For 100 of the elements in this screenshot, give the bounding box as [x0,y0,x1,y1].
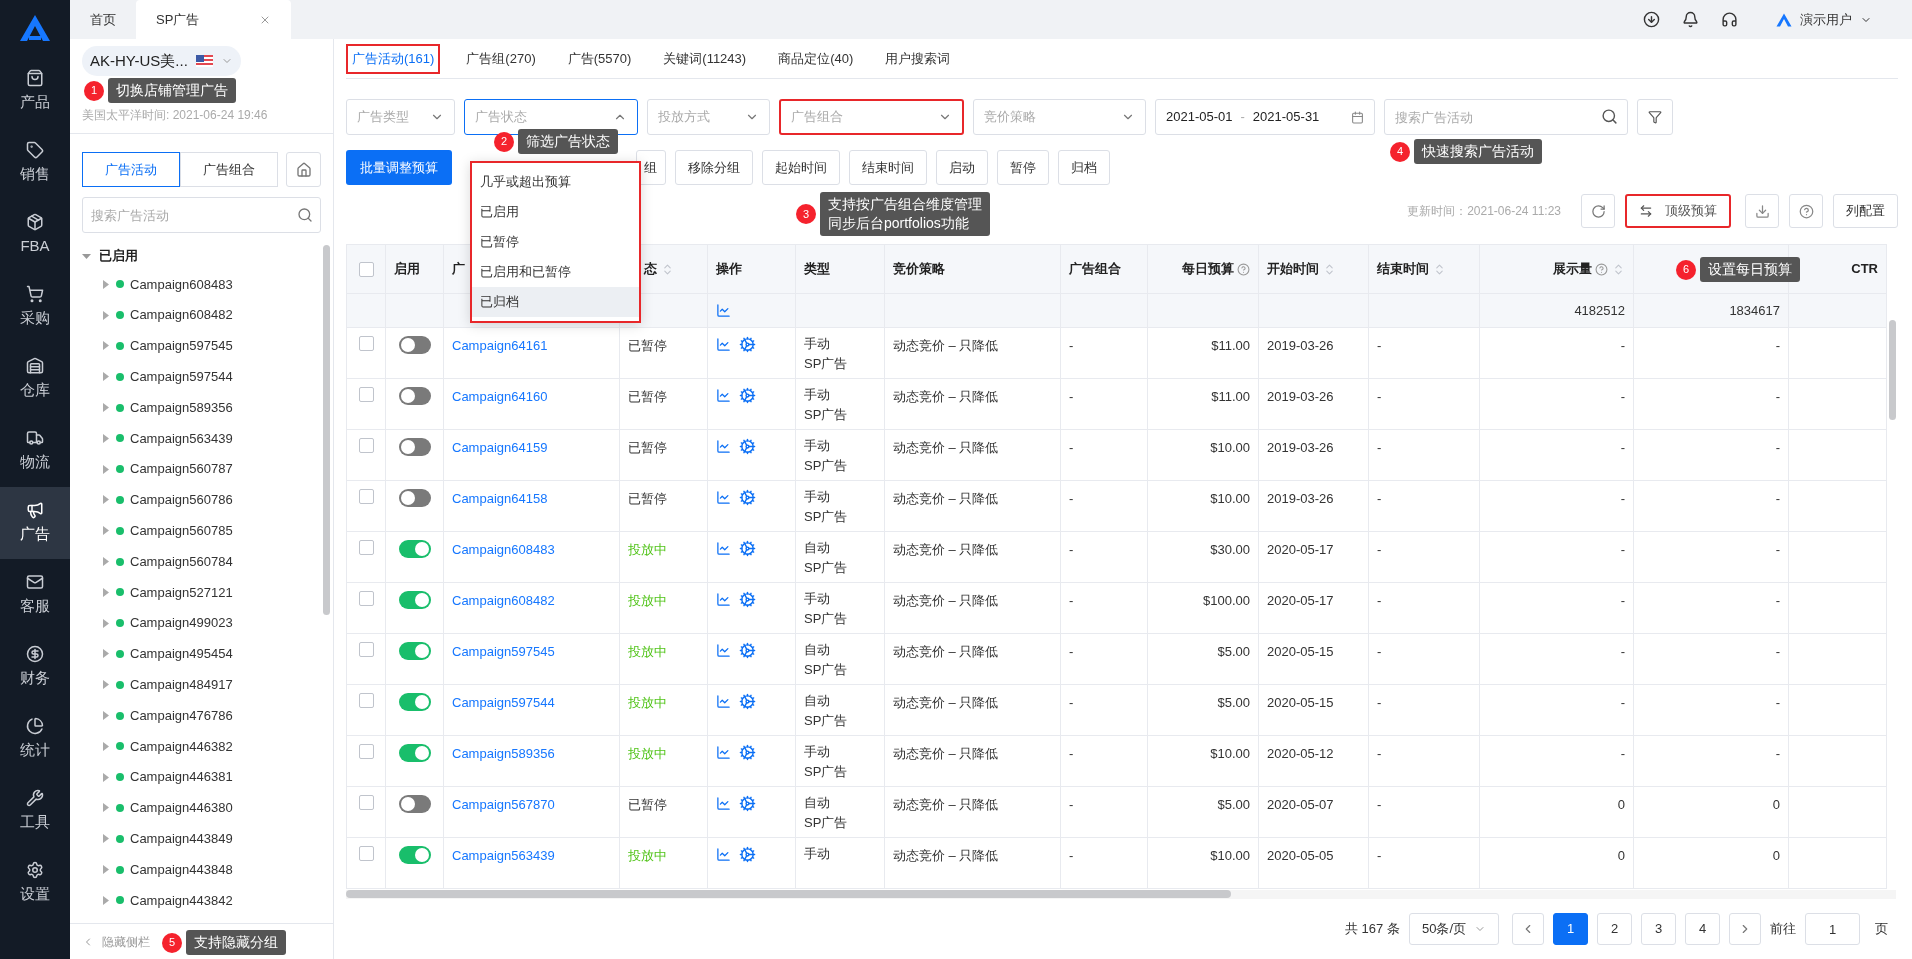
campaign-link[interactable]: Campaign589356 [452,746,555,761]
toggle-switch[interactable] [398,438,431,456]
tree-item[interactable]: Campaign476786 [82,700,323,731]
tree-item[interactable]: Campaign608483 [82,269,323,300]
nav-item[interactable]: 仓库 [0,343,70,415]
nav-item[interactable]: FBA [0,199,70,271]
chart-icon[interactable] [716,643,731,658]
toggle-switch[interactable] [398,642,431,660]
tree-item[interactable]: Campaign484917 [82,669,323,701]
toggle-switch[interactable] [398,489,431,507]
window-tab[interactable]: 首页 [70,0,136,39]
toggle-switch[interactable] [398,336,431,354]
tree-item[interactable]: Campaign560784 [82,546,323,577]
settings-icon[interactable] [739,693,756,710]
home-button[interactable] [286,152,321,187]
nav-item[interactable]: 客服 [0,559,70,631]
toggle-switch[interactable] [398,387,431,405]
settings-icon[interactable] [739,744,756,761]
action-button[interactable]: 暂停 [997,150,1049,185]
tree-item[interactable]: Campaign495454 [82,638,323,670]
tree-item[interactable]: Campaign560787 [82,453,323,485]
dropdown-option[interactable]: 已归档 [472,287,639,317]
download-icon[interactable] [1643,11,1660,28]
dropdown-option[interactable]: 已启用 [472,197,639,227]
settings-icon[interactable] [739,387,756,404]
campaign-link[interactable]: Campaign64158 [452,491,548,506]
tree-item[interactable]: Campaign560785 [82,515,323,547]
settings-icon[interactable] [739,846,756,863]
checkbox[interactable] [358,795,374,810]
settings-icon[interactable] [739,336,756,353]
checkbox[interactable] [358,261,374,277]
tree-item[interactable]: Campaign443842 [82,884,323,916]
page-button[interactable]: 2 [1597,913,1632,945]
nav-item[interactable]: 广告 [0,487,70,559]
refresh-button[interactable] [1581,194,1615,228]
campaign-link[interactable]: Campaign64160 [452,389,548,404]
settings-icon[interactable] [739,795,756,812]
chart-icon[interactable] [716,303,731,318]
chart-icon[interactable] [716,337,731,352]
tree-item[interactable]: Campaign446381 [82,761,323,793]
page-tab[interactable]: 用户搜索词 [879,43,957,74]
page-tab[interactable]: 广告活动(161) [346,43,441,74]
chart-icon[interactable] [716,694,731,709]
action-button[interactable]: 结束时间 [849,150,927,185]
tree-item[interactable]: Campaign563439 [82,423,323,454]
action-button[interactable]: 移除分组 [675,150,753,185]
tree-item[interactable]: Campaign443849 [82,823,323,855]
nav-item[interactable]: 产品 [0,55,70,127]
action-button[interactable]: 起始时间 [762,150,840,185]
page-tab[interactable]: 商品定位(40) [772,43,860,74]
action-button[interactable]: 组 [636,150,666,185]
checkbox[interactable] [358,642,374,657]
chart-icon[interactable] [716,541,731,556]
headset-icon[interactable] [1721,11,1738,28]
scrollbar[interactable] [346,890,1231,898]
nav-item[interactable]: 设置 [0,847,70,919]
tree-item[interactable]: Campaign560786 [82,484,323,516]
nav-item[interactable]: 销售 [0,127,70,199]
settings-icon[interactable] [739,540,756,557]
dropdown-option[interactable]: 几乎或超出预算 [472,167,639,197]
campaign-link[interactable]: Campaign567870 [452,797,555,812]
segment-tab[interactable]: 广告活动 [82,152,180,187]
campaign-link[interactable]: Campaign597544 [452,695,555,710]
checkbox[interactable] [358,438,374,453]
page-tab[interactable]: 广告组(270) [460,43,542,74]
toggle-switch[interactable] [398,591,431,609]
toggle-switch[interactable] [398,846,431,864]
segment-tab[interactable]: 广告组合 [180,152,278,187]
chart-icon[interactable] [716,388,731,403]
help-icon[interactable] [1595,262,1608,276]
campaign-link[interactable]: Campaign608483 [452,542,555,557]
tree-item[interactable]: Campaign597544 [82,361,323,393]
chart-icon[interactable] [716,592,731,607]
search-field[interactable]: 搜索广告活动 [82,197,321,233]
checkbox[interactable] [358,387,374,402]
tree-item[interactable]: Campaign499023 [82,607,323,639]
nav-item[interactable]: 工具 [0,775,70,847]
tree-item[interactable]: Campaign443848 [82,854,323,885]
chart-icon[interactable] [716,847,731,862]
settings-icon[interactable] [739,489,756,506]
tree-item[interactable]: Campaign446382 [82,730,323,762]
tree-item[interactable]: Campaign589356 [82,392,323,423]
tree-item[interactable]: Campaign527121 [82,576,323,608]
campaign-link[interactable]: Campaign64159 [452,440,548,455]
nav-item[interactable]: 物流 [0,415,70,487]
top-budget-button[interactable]: 顶级预算 [1625,194,1731,228]
date-range-field[interactable]: 2021-05-01 - 2021-05-31 [1155,99,1375,135]
nav-item[interactable]: 采购 [0,271,70,343]
scrollbar[interactable] [323,245,330,615]
chart-icon[interactable] [716,796,731,811]
search-field[interactable]: 搜索广告活动 [1384,99,1628,135]
page-tab[interactable]: 广告(5570) [561,43,638,74]
page-input[interactable]: 1 [1805,913,1860,945]
column-config-button[interactable]: 列配置 [1833,194,1898,228]
action-button[interactable]: 归档 [1058,150,1110,185]
toggle-switch[interactable] [398,744,431,762]
nav-item[interactable]: 统计 [0,703,70,775]
page-button[interactable]: 3 [1641,913,1676,945]
page-button[interactable]: 1 [1553,913,1588,945]
store-selector[interactable]: AK-HY-US美... [82,46,241,76]
